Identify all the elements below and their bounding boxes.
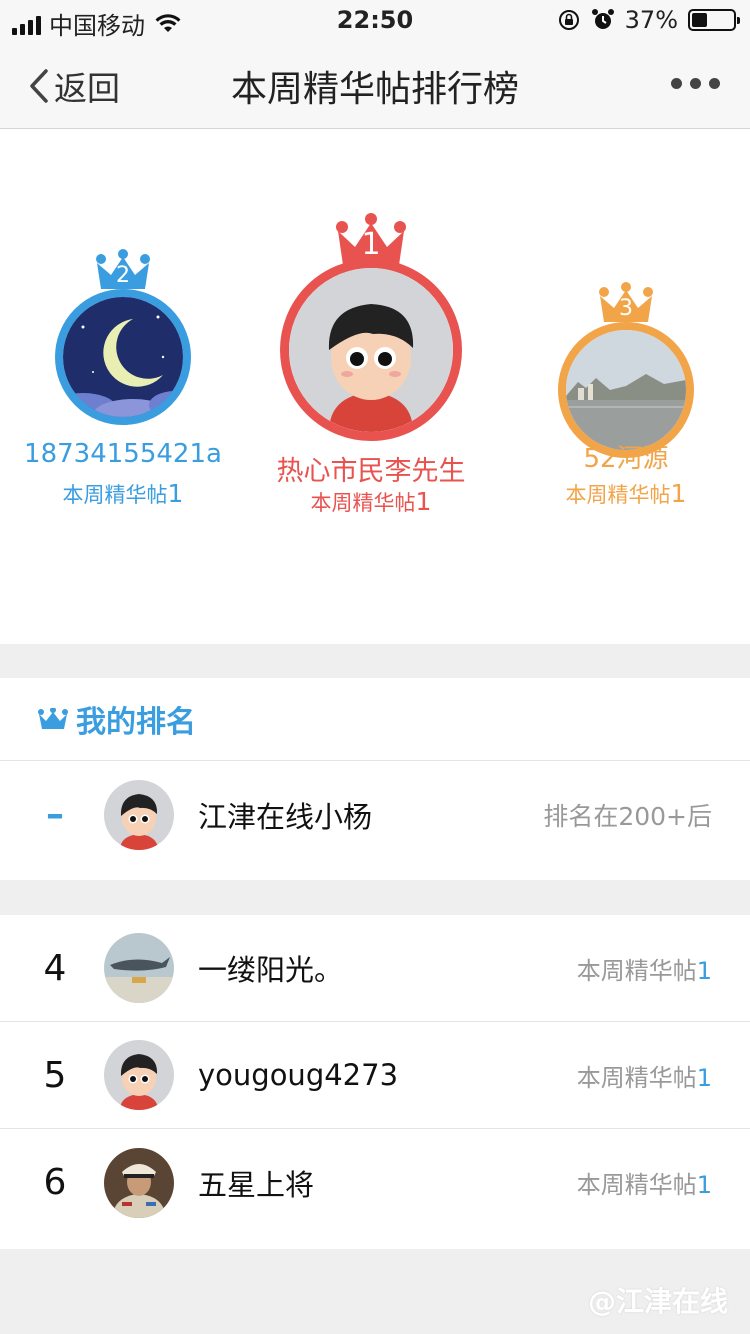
battery-icon — [688, 9, 740, 31]
weekly-posts: 本周精华帖1 — [576, 1063, 712, 1092]
podium-second-place[interactable]: 2 18734155421a 本周精华帖1 — [24, 249, 222, 508]
alarm-icon — [591, 9, 614, 29]
more-button[interactable] — [671, 78, 720, 89]
rank-number: 4 — [43, 947, 67, 989]
podium-username: 52河源 — [583, 444, 669, 474]
my-rank-header: 我的排名 — [0, 678, 750, 761]
my-rank-section: 我的排名 – 江津在线小杨 排名在200+后 — [0, 678, 750, 880]
page-title: 本周精华帖排行榜 — [230, 69, 519, 110]
podium-third-place[interactable]: 3 52河源 本周精华帖1 — [558, 282, 694, 508]
rank-info: 排名在200+后 — [543, 801, 712, 831]
podium-rank-number: 2 — [116, 263, 130, 288]
podium-username: 热心市民李先生 — [276, 456, 466, 487]
avatar — [280, 259, 462, 441]
podium-rank-number: 3 — [619, 296, 633, 321]
podium-weekly-posts: 本周精华帖1 — [565, 479, 687, 508]
podium-weekly-posts: 本周精华帖1 — [62, 479, 184, 508]
my-rank-row[interactable]: – 江津在线小杨 排名在200+后 — [0, 761, 750, 868]
weekly-posts: 本周精华帖1 — [576, 1171, 712, 1199]
list-item[interactable]: 6 五星上将 本周精华帖1 — [0, 1129, 750, 1236]
podium-first-place[interactable]: 1 热心市民李先生 本周精华帖1 — [277, 213, 466, 516]
crown-icon — [38, 708, 68, 729]
avatar — [104, 1147, 174, 1218]
weekly-posts: 本周精华帖1 — [576, 956, 712, 985]
list-item[interactable]: 4 一缕阳光。 本周精华帖1 — [0, 915, 750, 1022]
username: 五星上将 — [198, 1167, 315, 1202]
username: 一缕阳光。 — [198, 953, 344, 987]
podium-username: 18734155421a — [24, 439, 222, 469]
avatar — [104, 779, 174, 850]
podium-weekly-posts: 本周精华帖1 — [310, 487, 432, 516]
status-bar: 中国移动 22:50 37% — [0, 0, 750, 40]
avatar — [55, 289, 191, 425]
battery-percent: 37% — [624, 6, 678, 34]
avatar — [104, 1040, 174, 1110]
cartoon-boy-picture — [289, 268, 453, 432]
podium-rank-number: 1 — [361, 227, 381, 262]
rank-number: – — [46, 794, 64, 835]
rank-number: 5 — [43, 1054, 67, 1096]
avatar — [104, 933, 174, 1003]
ranking-list: 4 一缕阳光。 本周精华帖1 5 yougoug4273 本周精华帖1 6 五星… — [0, 915, 750, 1249]
watermark: @江津在线 — [587, 1285, 728, 1318]
moon-night-picture — [63, 297, 183, 417]
username: 江津在线小杨 — [198, 799, 373, 834]
list-item[interactable]: 5 yougoug4273 本周精华帖1 — [0, 1022, 750, 1129]
rank-number: 6 — [43, 1162, 67, 1203]
username: yougoug4273 — [198, 1058, 399, 1092]
top-three-podium: 2 18734155421a 本周精华帖1 1 热心市民李先生 本周精华帖1 3… — [0, 129, 750, 644]
lake-landscape-picture — [566, 330, 686, 450]
my-rank-title: 我的排名 — [76, 705, 196, 740]
rotation-lock-icon — [558, 10, 579, 30]
navigation-bar: 返回 本周精华帖排行榜 — [0, 40, 750, 129]
